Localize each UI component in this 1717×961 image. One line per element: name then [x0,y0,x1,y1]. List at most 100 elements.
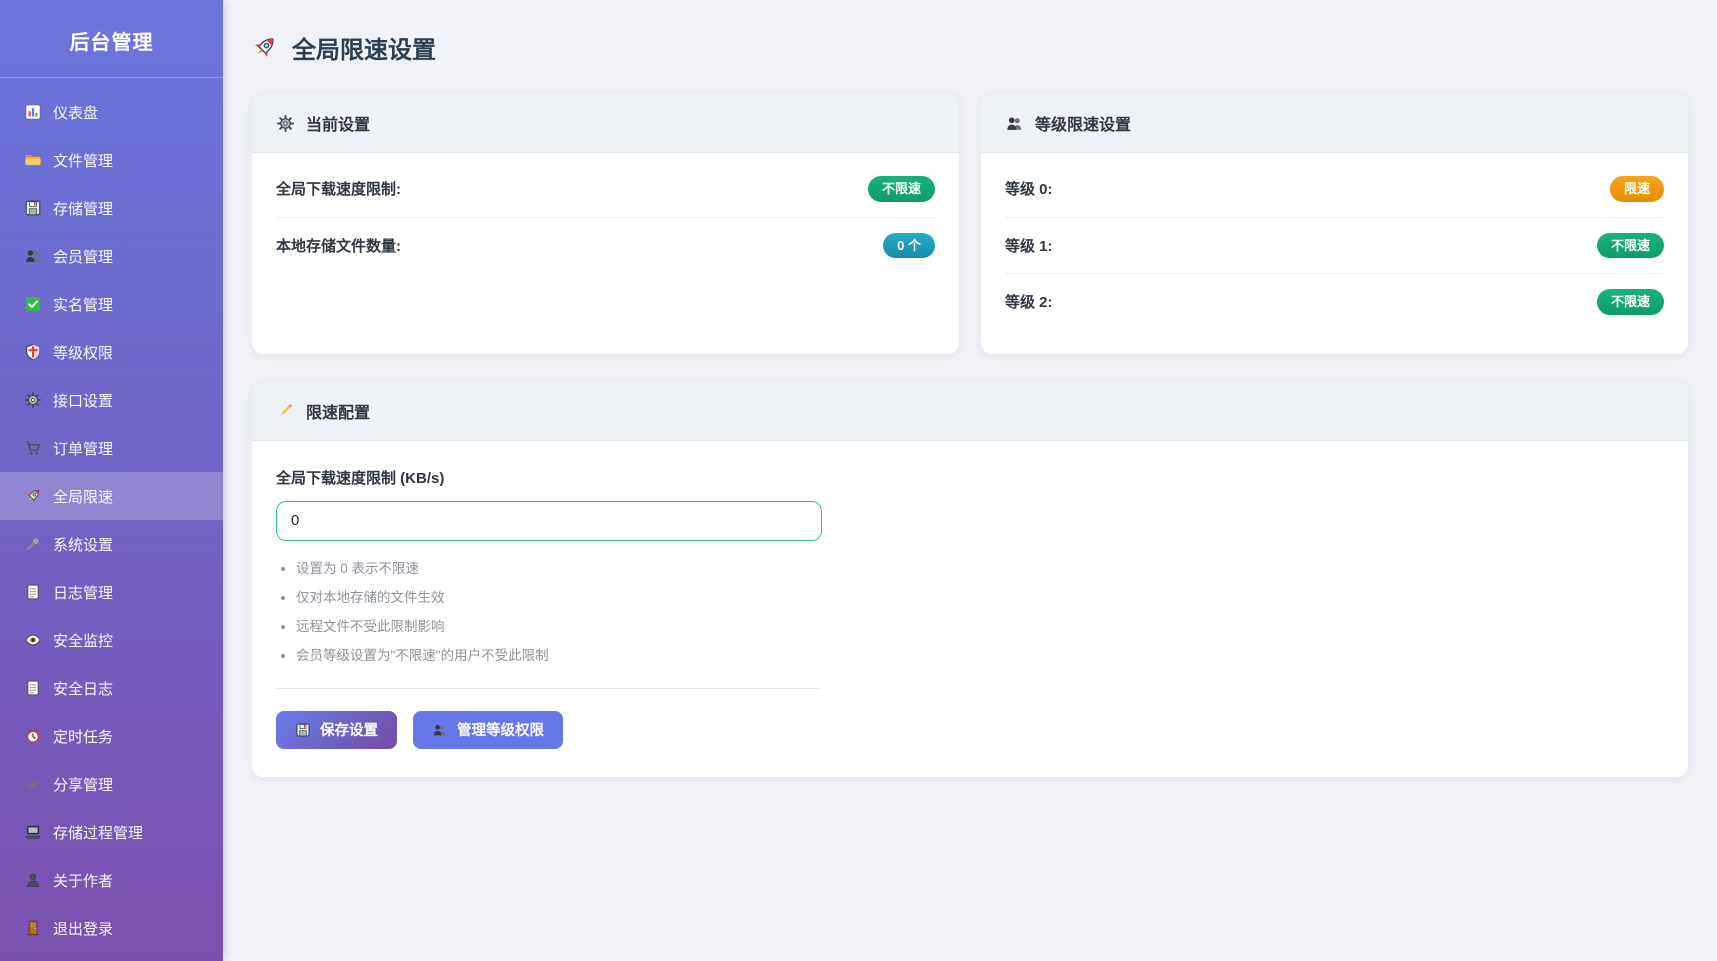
link-icon [24,775,42,793]
shield-icon [24,343,42,361]
sidebar-item-label: 会员管理 [53,246,113,267]
note-item: 会员等级设置为"不限速"的用户不受此限制 [296,644,822,664]
door-icon [24,919,42,937]
sidebar-item-storage[interactable]: 存储管理 [0,184,223,232]
main-content: 全局限速设置 当前设置 全局下载速度限制: 不限速 本地存储文件数量: 0 个 [223,0,1717,961]
setting-label: 等级 2: [1005,291,1053,312]
sidebar-item-label: 实名管理 [53,294,113,315]
current-settings-card: 当前设置 全局下载速度限制: 不限速 本地存储文件数量: 0 个 [251,93,960,355]
status-badge-unlimited: 不限速 [1597,289,1664,315]
sidebar-item-label: 安全监控 [53,630,113,651]
speed-limit-input[interactable] [276,501,822,541]
sidebar: 后台管理 仪表盘 文件管理 存储管理 会员管理 实名管理 等级权限 接口设置 [0,0,223,961]
sidebar-item-api-settings[interactable]: 接口设置 [0,376,223,424]
sidebar-item-label: 等级权限 [53,342,113,363]
speed-config-card-body: 全局下载速度限制 (KB/s) 设置为 0 表示不限速 仅对本地存储的文件生效 … [252,441,1688,777]
sidebar-item-realname[interactable]: 实名管理 [0,280,223,328]
count-badge: 0 个 [883,233,935,259]
setting-label: 等级 0: [1005,178,1053,199]
setting-row-level-1: 等级 1: 不限速 [1005,217,1664,274]
sidebar-item-system-settings[interactable]: 系统设置 [0,520,223,568]
form-divider [276,688,822,689]
setting-row-global-speed: 全局下载速度限制: 不限速 [276,161,935,217]
sidebar-item-label: 关于作者 [53,870,113,891]
level-speed-card-body: 等级 0: 限速 等级 1: 不限速 等级 2: 不限速 [981,153,1688,354]
sidebar-item-logout[interactable]: 退出登录 [0,904,223,952]
rocket-icon [24,487,42,505]
folder-icon [24,151,42,169]
sidebar-item-label: 安全日志 [53,678,113,699]
setting-row-local-file-count: 本地存储文件数量: 0 个 [276,217,935,274]
sidebar-title: 后台管理 [0,0,223,78]
cart-icon [24,439,42,457]
level-speed-card-header: 等级限速设置 [981,94,1688,153]
sidebar-item-level-permissions[interactable]: 等级权限 [0,328,223,376]
sidebar-item-global-speed[interactable]: 全局限速 [0,472,223,520]
manage-level-permissions-button[interactable]: 管理等级权限 [413,711,563,749]
sidebar-item-label: 日志管理 [53,582,113,603]
card-title: 当前设置 [306,111,370,135]
top-cards-row: 当前设置 全局下载速度限制: 不限速 本地存储文件数量: 0 个 等级限速设置 [251,93,1689,355]
wrench-icon [24,535,42,553]
sidebar-item-about-author[interactable]: 关于作者 [0,856,223,904]
floppy-icon [24,199,42,217]
setting-label: 本地存储文件数量: [276,235,401,256]
check-icon [24,295,42,313]
document-icon [24,679,42,697]
setting-row-level-0: 等级 0: 限速 [1005,161,1664,217]
sidebar-item-security-logs[interactable]: 安全日志 [0,664,223,712]
sidebar-item-stored-procedures[interactable]: 存储过程管理 [0,808,223,856]
sidebar-item-label: 订单管理 [53,438,113,459]
setting-label: 等级 1: [1005,235,1053,256]
speed-limit-field-label: 全局下载速度限制 (KB/s) [276,467,822,488]
setting-label: 全局下载速度限制: [276,178,401,199]
sidebar-item-label: 分享管理 [53,774,113,795]
users-icon [432,722,448,738]
speed-config-card-header: 限速配置 [252,382,1688,441]
level-speed-card: 等级限速设置 等级 0: 限速 等级 1: 不限速 等级 2: 不限速 [980,93,1689,355]
save-settings-button[interactable]: 保存设置 [276,711,397,749]
users-icon [1005,114,1024,133]
sidebar-item-label: 存储管理 [53,198,113,219]
card-title: 等级限速设置 [1035,111,1131,135]
users-icon [24,247,42,265]
gear-icon [24,391,42,409]
speed-config-form: 全局下载速度限制 (KB/s) 设置为 0 表示不限速 仅对本地存储的文件生效 … [276,467,822,749]
sidebar-item-security-monitor[interactable]: 安全监控 [0,616,223,664]
sidebar-item-label: 文件管理 [53,150,113,171]
gear-icon [276,114,295,133]
page-title: 全局限速设置 [251,30,1689,65]
speed-limit-notes: 设置为 0 表示不限速 仅对本地存储的文件生效 远程文件不受此限制影响 会员等级… [281,557,822,664]
status-badge-limited: 限速 [1610,176,1664,202]
sidebar-item-files[interactable]: 文件管理 [0,136,223,184]
speed-config-card: 限速配置 全局下载速度限制 (KB/s) 设置为 0 表示不限速 仅对本地存储的… [251,381,1689,778]
note-item: 设置为 0 表示不限速 [296,557,822,577]
laptop-icon [24,823,42,841]
save-settings-button-label: 保存设置 [320,719,378,740]
alarm-icon [24,727,42,745]
note-item: 远程文件不受此限制影响 [296,615,822,635]
document-icon [24,583,42,601]
current-settings-card-body: 全局下载速度限制: 不限速 本地存储文件数量: 0 个 [252,153,959,354]
sidebar-item-label: 接口设置 [53,390,113,411]
sidebar-item-scheduled-tasks[interactable]: 定时任务 [0,712,223,760]
bar-chart-icon [24,103,42,121]
sidebar-item-logs[interactable]: 日志管理 [0,568,223,616]
sidebar-item-members[interactable]: 会员管理 [0,232,223,280]
setting-row-level-2: 等级 2: 不限速 [1005,273,1664,330]
sidebar-item-share[interactable]: 分享管理 [0,760,223,808]
sidebar-item-label: 仪表盘 [53,102,98,123]
sidebar-item-orders[interactable]: 订单管理 [0,424,223,472]
note-item: 仅对本地存储的文件生效 [296,586,822,606]
sidebar-item-dashboard[interactable]: 仪表盘 [0,88,223,136]
sidebar-item-label: 定时任务 [53,726,113,747]
status-badge-unlimited: 不限速 [868,176,935,202]
sidebar-nav: 仪表盘 文件管理 存储管理 会员管理 实名管理 等级权限 接口设置 订单管理 [0,88,223,952]
person-icon [24,871,42,889]
current-settings-card-header: 当前设置 [252,94,959,153]
sidebar-item-label: 存储过程管理 [53,822,143,843]
sidebar-item-label: 全局限速 [53,486,113,507]
eye-icon [24,631,42,649]
rocket-icon [251,34,278,61]
button-row: 保存设置 管理等级权限 [276,711,822,749]
